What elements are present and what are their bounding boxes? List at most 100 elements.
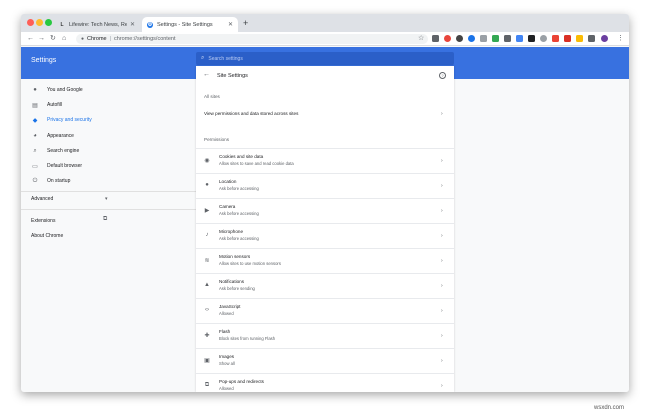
- new-tab-button[interactable]: +: [243, 18, 248, 28]
- chevron-right-icon: ›: [441, 258, 443, 264]
- extension-icon[interactable]: [540, 35, 547, 42]
- site-settings-card: ← Site Settings ? All sites View permiss…: [196, 66, 454, 392]
- profile-avatar[interactable]: [601, 35, 608, 42]
- image-icon: ▣: [204, 358, 210, 364]
- row-subtitle: Ask before accessing: [219, 236, 259, 241]
- extension-icon[interactable]: [576, 35, 583, 42]
- sidebar-divider: [21, 209, 196, 210]
- row-subtitle: Show all: [219, 361, 235, 366]
- palette-icon: ◕: [33, 133, 37, 139]
- row-title: Location: [219, 179, 237, 184]
- extension-icon[interactable]: [588, 35, 595, 42]
- code-icon: ‹›: [205, 307, 209, 313]
- caret-down-icon[interactable]: ▾: [105, 196, 108, 202]
- row-title: Camera: [219, 204, 236, 209]
- chevron-right-icon: ›: [441, 383, 443, 389]
- extension-icon[interactable]: [468, 35, 475, 42]
- row-subtitle: Ask before accessing: [219, 211, 259, 216]
- extension-icon[interactable]: [516, 35, 523, 42]
- sidebar-item-privacy-and-security[interactable]: ◆ Privacy and security: [31, 115, 92, 125]
- row-subtitle: Ask before sending: [219, 286, 255, 291]
- minimize-window-button[interactable]: [36, 19, 43, 26]
- cookie-icon: ◉: [204, 158, 210, 164]
- extension-icon[interactable]: [504, 35, 511, 42]
- row-subtitle: Ask before accessing: [219, 186, 259, 191]
- chevron-right-icon: ›: [441, 111, 443, 117]
- sidebar-item-appearance[interactable]: ◕ Appearance: [31, 131, 74, 141]
- permission-row-notifications[interactable]: ▲ Notifications Ask before sending ›: [196, 273, 454, 298]
- card-title: Site Settings: [217, 73, 248, 79]
- chevron-right-icon: ›: [441, 358, 443, 364]
- sidebar-item-label: You and Google: [47, 87, 83, 93]
- row-title: Motion sensors: [219, 254, 251, 259]
- open-external-icon[interactable]: ⧉: [103, 216, 107, 223]
- sidebar-about-chrome[interactable]: About Chrome: [31, 233, 63, 239]
- row-title: Images: [219, 354, 235, 359]
- sidebar-item-you-and-google[interactable]: ● You and Google: [31, 85, 83, 95]
- home-icon[interactable]: ⌂: [62, 34, 66, 44]
- puzzle-icon: ✚: [204, 333, 210, 339]
- permission-row-javascript[interactable]: ‹› JavaScript Allowed ›: [196, 298, 454, 323]
- browser-toolbar: ← → ↻ ⌂ ● Chrome | chrome://settings/con…: [21, 32, 629, 46]
- sidebar-item-label: Appearance: [47, 133, 74, 139]
- extension-icon[interactable]: [528, 35, 535, 42]
- tab-close-icon[interactable]: ✕: [130, 21, 135, 28]
- tab-title: Lifewire: Tech News, Reviews, ...: [69, 21, 127, 28]
- settings-sidebar: ● You and Google ▤ Autofill ◆ Privacy an…: [21, 79, 196, 392]
- extension-icon[interactable]: [492, 35, 499, 42]
- chrome-site-icon: ●: [81, 36, 85, 42]
- view-all-sites-row[interactable]: View permissions and data stored across …: [196, 109, 454, 119]
- permission-row-cookies[interactable]: ◉ Cookies and site data Allow sites to s…: [196, 148, 454, 173]
- row-title: Microphone: [219, 229, 244, 234]
- tab-close-icon[interactable]: ✕: [228, 21, 233, 28]
- close-window-button[interactable]: [27, 19, 34, 26]
- search-placeholder: Search settings: [208, 55, 243, 62]
- maximize-window-button[interactable]: [45, 19, 52, 26]
- search-settings-input[interactable]: ⌕ Search settings: [196, 52, 454, 65]
- help-icon[interactable]: ?: [439, 72, 446, 79]
- site-label: Chrome: [87, 36, 107, 42]
- tab-lifewire[interactable]: L Lifewire: Tech News, Reviews, ... ✕: [54, 17, 140, 32]
- sidebar-item-search-engine[interactable]: ⌕ Search engine: [31, 146, 79, 156]
- back-arrow-icon[interactable]: ←: [27, 34, 34, 44]
- permission-row-flash[interactable]: ✚ Flash Block sites from running Flash ›: [196, 323, 454, 348]
- extension-icon[interactable]: [564, 35, 571, 42]
- forward-arrow-icon[interactable]: →: [38, 34, 45, 44]
- address-bar[interactable]: ● Chrome | chrome://settings/content: [76, 34, 428, 44]
- popup-icon: ⧉: [204, 382, 210, 388]
- extension-icon[interactable]: [432, 35, 439, 42]
- chevron-right-icon: ›: [441, 183, 443, 189]
- permission-row-motion-sensors[interactable]: ≋ Motion sensors Allow sites to use moti…: [196, 248, 454, 273]
- row-subtitle: Block sites from running Flash: [219, 336, 276, 341]
- extension-icon[interactable]: [444, 35, 451, 42]
- row-subtitle: Allowed: [219, 311, 234, 316]
- view-all-text: View permissions and data stored across …: [204, 111, 299, 116]
- power-icon: ⏻: [32, 177, 38, 184]
- reload-icon[interactable]: ↻: [50, 34, 56, 44]
- row-title: JavaScript: [219, 304, 241, 309]
- sidebar-advanced[interactable]: Advanced: [31, 196, 53, 202]
- extension-icon[interactable]: [480, 35, 487, 42]
- sidebar-item-autofill[interactable]: ▤ Autofill: [31, 100, 62, 110]
- permission-row-images[interactable]: ▣ Images Show all ›: [196, 348, 454, 373]
- bookmark-star-icon[interactable]: ☆: [418, 34, 424, 42]
- sidebar-item-label: Autofill: [47, 102, 63, 108]
- menu-kebab-icon[interactable]: ⋮: [617, 34, 624, 44]
- all-sites-label: All sites: [204, 94, 220, 99]
- url-separator: |: [109, 36, 112, 42]
- permission-row-location[interactable]: ● Location Ask before accessing ›: [196, 173, 454, 198]
- permission-row-microphone[interactable]: ♪ Microphone Ask before accessing ›: [196, 223, 454, 248]
- tab-title: Settings - Site Settings: [157, 21, 213, 28]
- sidebar-extensions[interactable]: Extensions: [31, 218, 55, 224]
- chevron-right-icon: ›: [441, 333, 443, 339]
- tab-settings[interactable]: ⚙ Settings - Site Settings ✕: [142, 17, 238, 32]
- sidebar-item-on-startup[interactable]: ⏻ On startup: [31, 176, 71, 186]
- extension-icon[interactable]: [552, 35, 559, 42]
- permission-row-popups[interactable]: ⧉ Pop-ups and redirects Allowed ›: [196, 373, 454, 392]
- chevron-right-icon: ›: [441, 233, 443, 239]
- back-arrow-icon[interactable]: ←: [203, 71, 210, 78]
- bell-icon: ▲: [204, 282, 210, 288]
- permission-row-camera[interactable]: ▶ Camera Ask before accessing ›: [196, 198, 454, 223]
- sidebar-item-default-browser[interactable]: ▭ Default browser: [31, 161, 82, 171]
- extension-icon[interactable]: [456, 35, 463, 42]
